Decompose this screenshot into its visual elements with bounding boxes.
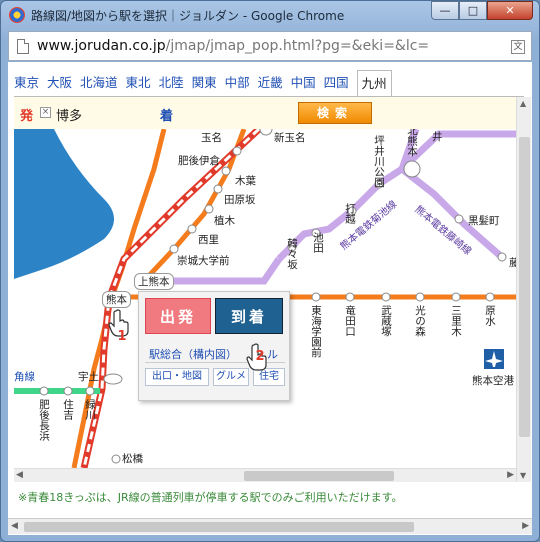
label-ueki[interactable]: 植木 [214, 213, 235, 228]
step-1-badge: 1 [117, 329, 127, 344]
label-uchitsuke[interactable]: 打越 [344, 203, 356, 224]
tab-hokkaido[interactable]: 北海道 [80, 70, 118, 96]
tab-chugoku[interactable]: 中国 [291, 70, 316, 96]
label-nishisato[interactable]: 西里 [198, 232, 219, 247]
station-bar: 発 × 博多 着 検索 [14, 97, 516, 129]
url-path: /jmap/jmap_pop.html?pg=&eki=&lc= [165, 38, 430, 54]
scroll-down-arrow-icon[interactable]: ▼ [520, 471, 526, 480]
step-2-badge: 2 [255, 349, 265, 364]
label-musashizuka[interactable]: 武蔵塚 [380, 305, 392, 337]
label-kitakumamoto[interactable]: 北熊本 [406, 129, 418, 157]
label-kumamoto[interactable]: 熊本 [102, 291, 131, 308]
footer-note: ※青春18きっぷは、JR線の普通列車が停車する駅でのみご利用いただけます。 [18, 491, 403, 504]
departure-station: 博多 [56, 109, 83, 124]
exit-map-button[interactable]: 出口・地図 [145, 368, 209, 386]
label-higoikura[interactable]: 肥後伊倉 [178, 153, 220, 168]
label-kadosen: 角線 [14, 371, 35, 383]
clear-departure-button[interactable]: × [40, 107, 51, 118]
label-higonagahama[interactable]: 肥後長浜 [38, 399, 50, 441]
scroll-left-arrow-icon[interactable]: ◀ [16, 470, 23, 480]
label-kamikumamoto[interactable]: 上熊本 [134, 273, 174, 290]
label-airport[interactable]: 熊本空港 [472, 373, 514, 388]
tab-hokuriku[interactable]: 北陸 [159, 70, 184, 96]
label-matsubase[interactable]: 松橋 [122, 451, 143, 466]
url-host: www.jorudan.co.jp [37, 38, 166, 54]
label-kiba[interactable]: 木葉 [235, 173, 256, 188]
maximize-button[interactable]: □ [459, 1, 487, 20]
search-button[interactable]: 検索 [298, 102, 372, 124]
arrival-label: 着 [160, 109, 174, 124]
label-tsuboi[interactable]: 坪井川公園 [373, 135, 385, 188]
tab-chubu[interactable]: 中部 [225, 70, 250, 96]
label-hikarinomori[interactable]: 光の森 [414, 305, 426, 337]
set-departure-button[interactable]: 出発 [145, 298, 211, 334]
scroll-right-arrow-icon[interactable]: ▶ [507, 470, 514, 480]
label-tamana[interactable]: 玉名 [201, 130, 222, 145]
label-ikeda[interactable]: 池田 [312, 232, 324, 253]
tab-tokyo[interactable]: 東京 [14, 70, 39, 96]
label-tabaruzaka[interactable]: 田原坂 [224, 192, 256, 207]
label-midorikawa[interactable]: 緑川 [84, 399, 96, 420]
label-tokai[interactable]: 東海学園前 [310, 305, 322, 358]
close-button[interactable]: ✕ [487, 1, 533, 20]
station-info-link[interactable]: 駅総合（構内図） [149, 346, 237, 362]
page-viewport: 東京 大阪 北海道 東北 北陸 関東 中部 近畿 中国 四国 九州 発 × 博多… [8, 62, 532, 535]
page-scroll-left-arrow-icon[interactable]: ◀ [11, 521, 18, 531]
label-sojo[interactable]: 崇城大学前 [177, 253, 230, 268]
page-icon [17, 39, 29, 54]
translate-icon[interactable]: 文 [511, 40, 525, 54]
tab-kanto[interactable]: 関東 [192, 70, 217, 96]
browser-window: 路線図/地図から駅を選択｜ジョルダン - Google Chrome — □ ✕… [0, 0, 540, 542]
window-controls: — □ ✕ [431, 1, 533, 21]
label-harami[interactable]: 原水 [484, 305, 496, 326]
tab-osaka[interactable]: 大阪 [47, 70, 72, 96]
tab-shikoku[interactable]: 四国 [324, 70, 349, 96]
label-tatsuta[interactable]: 竜田口 [344, 305, 356, 337]
tab-tohoku[interactable]: 東北 [126, 70, 151, 96]
label-sumiyoshi[interactable]: 住吉 [62, 399, 74, 420]
page-horizontal-scrollbar[interactable]: ◀ ▶ [8, 518, 532, 534]
label-sanrigi[interactable]: 三里木 [450, 305, 462, 337]
minimize-button[interactable]: — [431, 1, 459, 20]
address-bar[interactable]: www.jorudan.co.jp/jmap/jmap_pop.html?pg=… [8, 31, 532, 61]
tab-kinki[interactable]: 近畿 [258, 70, 283, 96]
chrome-icon [9, 7, 25, 23]
url-text[interactable]: www.jorudan.co.jp/jmap/jmap_pop.html?pg=… [37, 38, 429, 54]
label-kanzaka[interactable]: 韓々坂 [286, 238, 298, 270]
departure-label: 発 [20, 109, 34, 124]
tab-kyushu[interactable]: 九州 [356, 70, 392, 96]
region-tabs: 東京 大阪 北海道 東北 北陸 関東 中部 近畿 中国 四国 九州 [14, 70, 400, 96]
label-shintamana[interactable]: 新玉名 [274, 130, 306, 145]
label-fuji[interactable]: 藤 [509, 255, 516, 270]
map-vertical-scroll-thumb[interactable] [519, 137, 530, 437]
title-bar: 路線図/地図から駅を選択｜ジョルダン - Google Chrome — □ ✕ [1, 1, 539, 29]
scroll-up-arrow-icon[interactable]: ▲ [520, 99, 526, 108]
map-horizontal-scrollbar[interactable]: ◀ ▶ [14, 468, 516, 482]
window-title: 路線図/地図から駅を選択｜ジョルダン - Google Chrome [31, 9, 345, 23]
route-map[interactable]: 玉名 新玉名 肥後伊倉 木葉 田原坂 植木 西里 崇城大学前 上熊本 熊本 池田… [14, 129, 516, 468]
map-vertical-scrollbar[interactable]: ▲ ▼ [516, 97, 531, 482]
label-kurokami[interactable]: 黒髪町 [468, 213, 500, 228]
page-horizontal-scroll-thumb[interactable] [24, 522, 414, 532]
label-i[interactable]: 井 [432, 129, 443, 144]
page-scroll-right-arrow-icon[interactable]: ▶ [522, 521, 529, 531]
gourmet-button[interactable]: グルメ [213, 368, 249, 386]
station-info-link-tail[interactable]: ル [267, 346, 278, 362]
label-uto[interactable]: 宇土 [78, 369, 99, 384]
map-horizontal-scroll-thumb[interactable] [244, 471, 394, 481]
set-arrival-button[interactable]: 到着 [215, 298, 283, 334]
